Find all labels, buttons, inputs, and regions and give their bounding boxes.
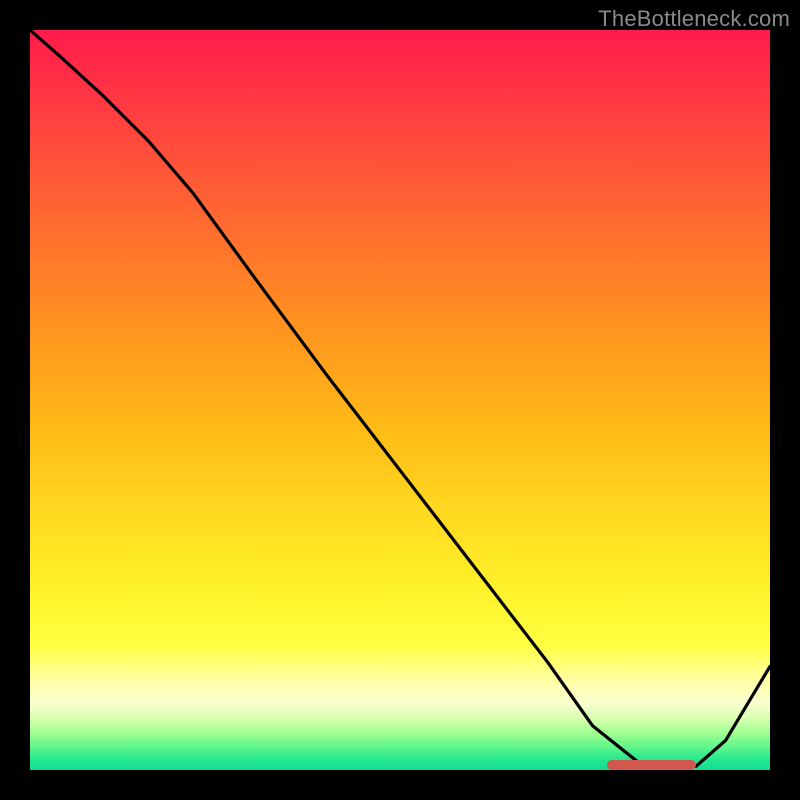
watermark-text: TheBottleneck.com [598, 6, 790, 32]
curve-path [30, 30, 770, 770]
curve-svg [30, 30, 770, 770]
optimal-range-marker [607, 760, 696, 770]
chart-frame: TheBottleneck.com [0, 0, 800, 800]
plot-area [30, 30, 770, 770]
